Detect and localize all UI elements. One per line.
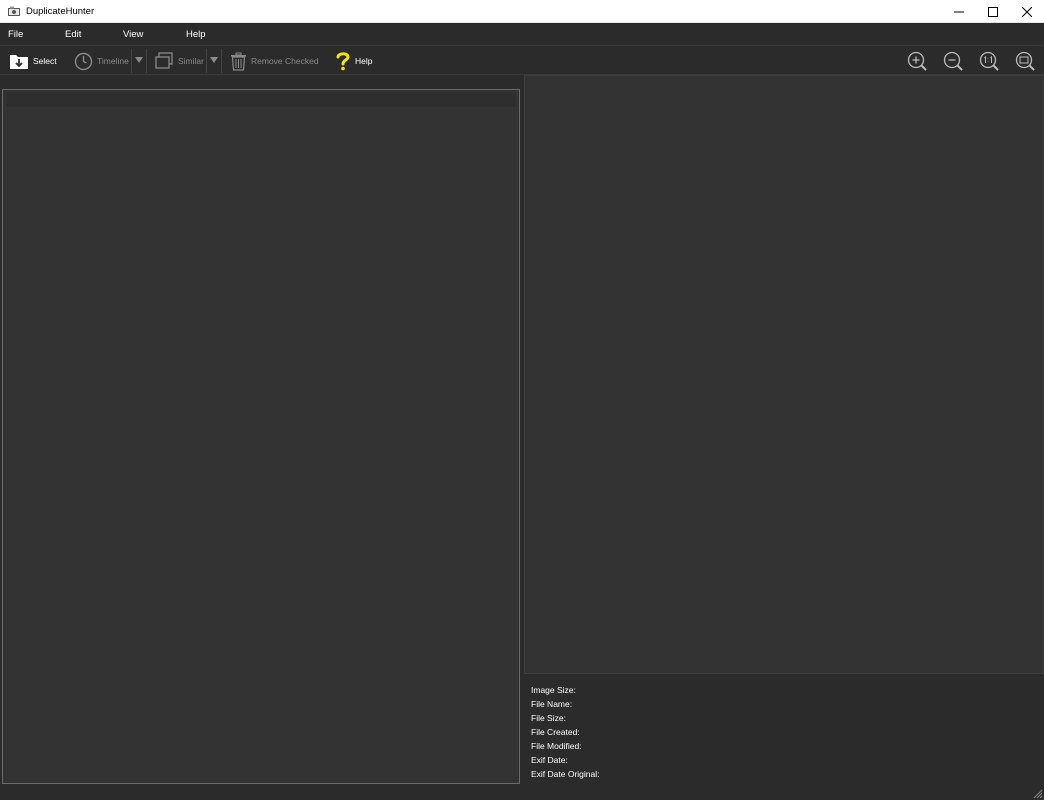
clock-icon bbox=[74, 52, 93, 70]
close-button[interactable] bbox=[1010, 0, 1044, 23]
exif-date-label: Exif Date: bbox=[531, 755, 568, 765]
menu-bar: File Edit View Help bbox=[0, 23, 1044, 45]
close-icon bbox=[1022, 6, 1032, 17]
folder-download-icon bbox=[10, 55, 28, 69]
duplicate-list-panel[interactable] bbox=[2, 89, 520, 784]
status-bar bbox=[0, 786, 1044, 800]
toolbar-separator bbox=[131, 49, 132, 73]
toolbar-separator bbox=[146, 49, 147, 73]
toolbar: Select Timeline Similar Remove Checked H… bbox=[0, 45, 1044, 75]
trash-icon bbox=[231, 52, 246, 71]
file-name-label: File Name: bbox=[531, 699, 573, 709]
remove-checked-label: Remove Checked bbox=[251, 56, 319, 66]
similar-button[interactable]: Similar bbox=[155, 49, 204, 73]
remove-checked-button[interactable]: Remove Checked bbox=[230, 49, 319, 73]
minimize-icon bbox=[954, 11, 964, 12]
image-preview-area[interactable] bbox=[524, 75, 1044, 674]
similar-label: Similar bbox=[178, 56, 204, 66]
file-modified-label: File Modified: bbox=[531, 741, 582, 751]
file-size-label: File Size: bbox=[531, 713, 566, 723]
list-header bbox=[6, 93, 516, 107]
app-icon bbox=[8, 6, 20, 16]
menu-edit[interactable]: Edit bbox=[65, 29, 81, 40]
help-button[interactable]: Help bbox=[335, 49, 372, 73]
file-info-panel: Image Size: File Name: File Size: File C… bbox=[524, 676, 1044, 786]
select-label: Select bbox=[33, 56, 57, 66]
window-title: DuplicateHunter bbox=[26, 5, 95, 17]
question-mark-icon bbox=[336, 52, 350, 71]
exif-date-original-label: Exif Date Original: bbox=[531, 769, 600, 779]
timeline-button[interactable]: Timeline bbox=[74, 49, 129, 73]
toolbar-separator bbox=[221, 49, 222, 73]
toolbar-separator bbox=[206, 49, 207, 73]
minimize-button[interactable] bbox=[942, 0, 976, 23]
help-label: Help bbox=[355, 56, 373, 66]
zoom-fit-button[interactable] bbox=[1014, 50, 1036, 72]
zoom-out-icon bbox=[943, 51, 963, 71]
menu-file[interactable]: File bbox=[8, 29, 23, 40]
image-size-label: Image Size: bbox=[531, 685, 576, 695]
title-bar: DuplicateHunter bbox=[0, 0, 1044, 23]
file-created-label: File Created: bbox=[531, 727, 580, 737]
zoom-actual-size-button[interactable] bbox=[978, 50, 1000, 72]
similar-images-icon bbox=[155, 52, 173, 69]
maximize-button[interactable] bbox=[976, 0, 1010, 23]
select-button[interactable]: Select bbox=[9, 49, 57, 73]
zoom-fit-icon bbox=[1015, 51, 1035, 71]
menu-view[interactable]: View bbox=[123, 29, 143, 40]
menu-help[interactable]: Help bbox=[186, 29, 206, 40]
maximize-icon bbox=[988, 6, 998, 17]
timeline-dropdown-arrow[interactable] bbox=[135, 57, 143, 63]
zoom-out-button[interactable] bbox=[942, 50, 964, 72]
similar-dropdown-arrow[interactable] bbox=[210, 57, 218, 63]
zoom-actual-size-icon bbox=[979, 51, 999, 71]
zoom-in-icon bbox=[907, 51, 927, 71]
zoom-in-button[interactable] bbox=[906, 50, 928, 72]
resize-grip-icon[interactable] bbox=[1033, 789, 1043, 799]
timeline-label: Timeline bbox=[97, 56, 129, 66]
